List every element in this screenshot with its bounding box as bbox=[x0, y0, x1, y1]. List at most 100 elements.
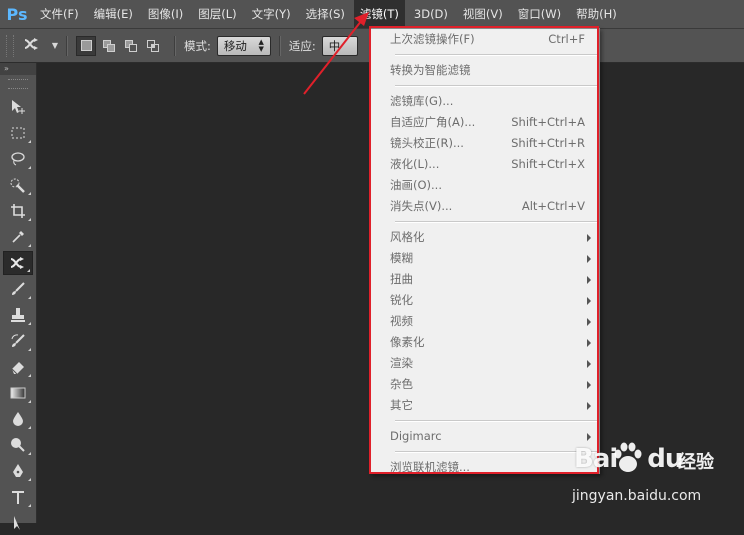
eraser-tool[interactable] bbox=[3, 355, 33, 379]
filter-menu-item-shortcut: Ctrl+F bbox=[548, 32, 585, 46]
options-bar-grip[interactable] bbox=[6, 34, 14, 57]
blur-tool[interactable] bbox=[3, 407, 33, 431]
filter-menu-item[interactable]: 风格化 bbox=[371, 227, 599, 248]
menu-item-10[interactable]: 帮助(H) bbox=[570, 0, 623, 28]
adapt-value: 中 bbox=[328, 38, 341, 53]
filter-menu-item[interactable]: 锐化 bbox=[371, 290, 599, 311]
new-selection-button[interactable] bbox=[76, 35, 96, 56]
filter-menu-item[interactable]: 镜头校正(R)... Shift+Ctrl+R bbox=[371, 133, 599, 154]
pen-icon bbox=[13, 464, 23, 477]
type-tool[interactable] bbox=[3, 485, 33, 509]
tool-group-corner-icon bbox=[28, 374, 31, 377]
tool-group-corner-icon bbox=[28, 192, 31, 195]
menu-item-6[interactable]: 滤镜(T) bbox=[353, 0, 405, 28]
tool-group-corner-icon bbox=[28, 426, 31, 429]
history-brush-tool[interactable] bbox=[3, 329, 33, 353]
clone-stamp-tool[interactable] bbox=[3, 303, 33, 327]
menu-divider bbox=[373, 451, 597, 453]
tool-group-corner-icon bbox=[28, 504, 31, 507]
filter-menu-item-label: 消失点(V)... bbox=[390, 199, 453, 213]
collapse-toolbar-icon[interactable]: » bbox=[0, 63, 36, 75]
menu-item-4[interactable]: 文字(Y) bbox=[246, 0, 297, 28]
filter-menu-item[interactable]: 视频 bbox=[371, 311, 599, 332]
filter-menu-item[interactable]: 模糊 bbox=[371, 248, 599, 269]
lasso-icon bbox=[11, 152, 25, 166]
filter-menu-item[interactable]: 浏览联机滤镜... bbox=[371, 457, 599, 478]
filter-menu-item-label: 浏览联机滤镜... bbox=[390, 460, 470, 474]
crop-icon bbox=[11, 204, 25, 218]
content-aware-move-icon bbox=[24, 37, 40, 55]
filter-menu-item[interactable]: Digimarc bbox=[371, 426, 599, 447]
pen-tool[interactable] bbox=[3, 459, 33, 483]
tool-group-corner-icon bbox=[28, 400, 31, 403]
menu-item-8[interactable]: 视图(V) bbox=[457, 0, 509, 28]
chevron-down-icon: ▼ bbox=[51, 41, 58, 50]
type-icon bbox=[12, 491, 24, 504]
intersect-selection-button[interactable] bbox=[144, 37, 162, 55]
filter-menu-item[interactable]: 油画(O)... bbox=[371, 175, 599, 196]
menu-item-7[interactable]: 3D(D) bbox=[408, 0, 454, 28]
subtract-selection-button[interactable] bbox=[122, 37, 140, 55]
photoshop-logo: Ps bbox=[6, 4, 28, 24]
filter-menu-dropdown: 上次滤镜操作(F) Ctrl+F 转换为智能滤镜 滤镜库(G)... 自适应广角(A).… bbox=[370, 28, 600, 474]
tool-group-corner-icon bbox=[28, 296, 31, 299]
eraser-icon bbox=[11, 362, 24, 375]
content-aware-move-icon bbox=[10, 257, 24, 269]
submenu-arrow-icon bbox=[587, 254, 591, 263]
intersect-selection-icon bbox=[147, 39, 159, 52]
menu-item-3[interactable]: 图层(L) bbox=[192, 0, 242, 28]
filter-menu-item[interactable]: 液化(L)... Shift+Ctrl+X bbox=[371, 154, 599, 175]
lasso-tool[interactable] bbox=[3, 147, 33, 171]
filter-menu-item[interactable]: 滤镜库(G)... bbox=[371, 91, 599, 112]
quick-selection-tool[interactable] bbox=[3, 173, 33, 197]
submenu-arrow-icon bbox=[587, 338, 591, 347]
menu-divider bbox=[373, 54, 597, 56]
filter-menu-item-label: 转换为智能滤镜 bbox=[390, 63, 471, 77]
mode-select[interactable]: 移动 ▲ ▼ bbox=[216, 35, 271, 56]
filter-menu-item[interactable]: 消失点(V)... Alt+Ctrl+V bbox=[371, 196, 599, 217]
menu-item-0[interactable]: 文件(F) bbox=[34, 0, 85, 28]
tool-group-corner-icon bbox=[28, 452, 31, 455]
marquee-tool[interactable] bbox=[3, 121, 33, 145]
quick-selection-icon bbox=[10, 178, 25, 193]
brush-icon bbox=[12, 282, 25, 295]
content-aware-move-tool[interactable] bbox=[3, 251, 33, 275]
menu-item-1[interactable]: 编辑(E) bbox=[88, 0, 139, 28]
eyedropper-tool[interactable] bbox=[3, 225, 33, 249]
menu-item-2[interactable]: 图像(I) bbox=[142, 0, 189, 28]
filter-menu-item[interactable]: 扭曲 bbox=[371, 269, 599, 290]
menu-items: 文件(F) 编辑(E) 图像(I) 图层(L) 文字(Y) 选择(S) 滤镜(T) 3D(D)… bbox=[34, 0, 626, 28]
submenu-arrow-icon bbox=[587, 296, 591, 305]
filter-menu-item-label: 渲染 bbox=[390, 356, 413, 370]
filter-menu-item[interactable]: 上次滤镜操作(F) Ctrl+F bbox=[371, 29, 599, 50]
filter-menu-item-label: 模糊 bbox=[390, 251, 413, 265]
adapt-select[interactable]: 中 bbox=[321, 35, 358, 56]
filter-menu-item[interactable]: 杂色 bbox=[371, 374, 599, 395]
path-selection-tool[interactable] bbox=[3, 511, 33, 535]
tools-panel-grip[interactable] bbox=[8, 79, 28, 89]
path-selection-icon bbox=[14, 516, 20, 530]
crop-tool[interactable] bbox=[3, 199, 33, 223]
gradient-tool[interactable] bbox=[3, 381, 33, 405]
filter-menu-item[interactable]: 其它 bbox=[371, 395, 599, 416]
watermark-url: jingyan.baidu.com bbox=[572, 488, 702, 504]
brush-tool[interactable] bbox=[3, 277, 33, 301]
filter-menu-item-shortcut: Shift+Ctrl+R bbox=[511, 136, 585, 150]
move-tool[interactable] bbox=[3, 95, 33, 119]
filter-menu-item-label: 镜头校正(R)... bbox=[390, 136, 464, 150]
drop-icon bbox=[13, 412, 23, 426]
tool-group-corner-icon bbox=[28, 244, 31, 247]
filter-menu-item-label: 滤镜库(G)... bbox=[390, 94, 454, 108]
filter-menu-item[interactable]: 像素化 bbox=[371, 332, 599, 353]
dodge-tool[interactable] bbox=[3, 433, 33, 457]
filter-menu-item[interactable]: 渲染 bbox=[371, 353, 599, 374]
filter-menu-item[interactable]: 自适应广角(A)... Shift+Ctrl+A bbox=[371, 112, 599, 133]
tool-group-corner-icon bbox=[28, 322, 31, 325]
tool-preset-picker[interactable]: ▼ bbox=[24, 35, 58, 57]
menu-bar: Ps 文件(F) 编辑(E) 图像(I) 图层(L) 文字(Y) 选择(S) 滤镜(T) 3D… bbox=[0, 0, 744, 29]
divider bbox=[66, 35, 68, 56]
menu-item-9[interactable]: 窗口(W) bbox=[512, 0, 567, 28]
menu-item-5[interactable]: 选择(S) bbox=[300, 0, 351, 28]
add-to-selection-button[interactable] bbox=[100, 37, 118, 55]
filter-menu-item[interactable]: 转换为智能滤镜 bbox=[371, 60, 599, 81]
